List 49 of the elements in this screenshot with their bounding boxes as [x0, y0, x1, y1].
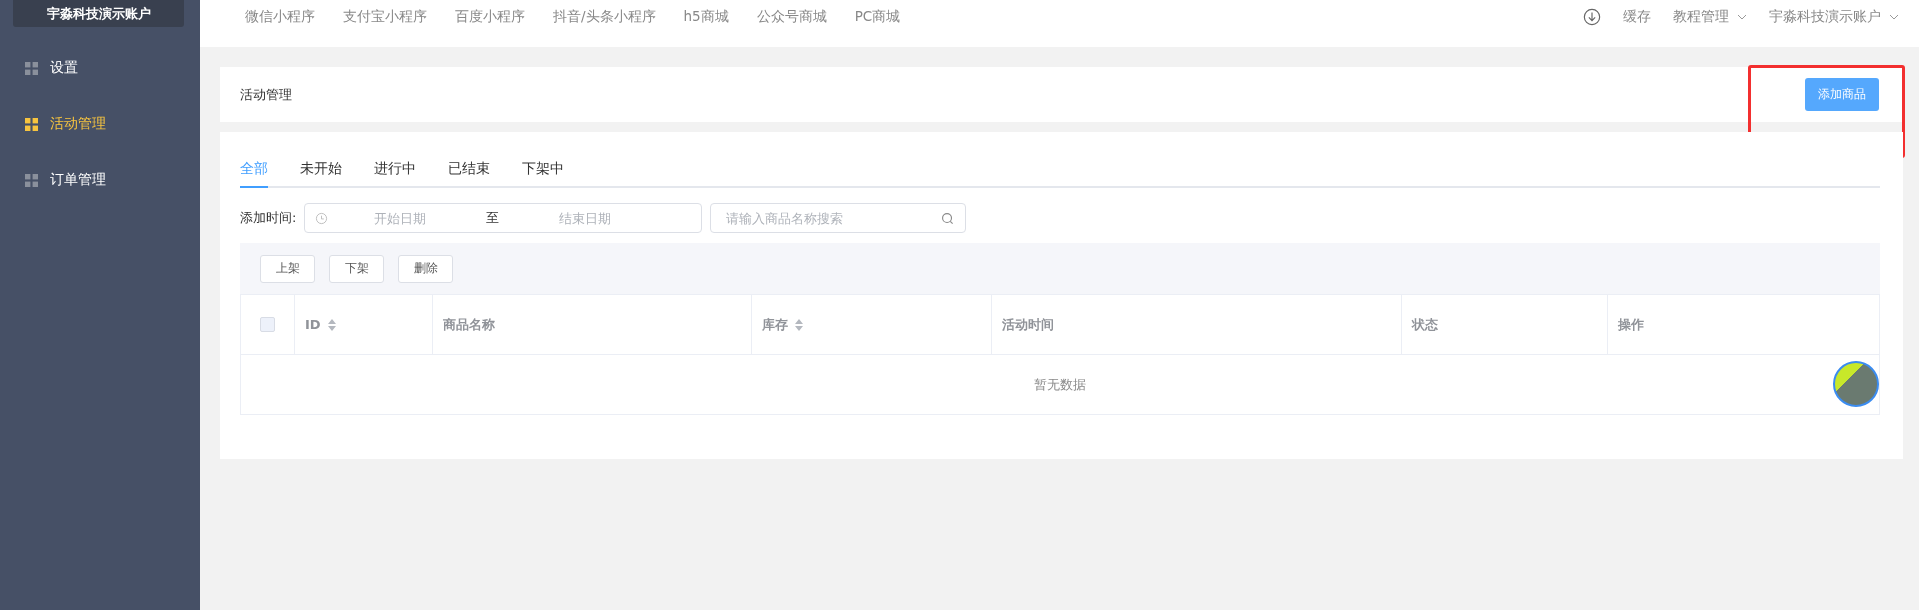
action-button[interactable]: 删除	[398, 254, 453, 283]
download-icon[interactable]	[1583, 8, 1601, 26]
nav-link[interactable]: h5商城	[683, 8, 729, 26]
nav-link[interactable]: 百度小程序	[455, 8, 525, 26]
tab[interactable]: 未开始	[300, 160, 342, 188]
search-icon	[941, 212, 955, 225]
nav-link[interactable]: 支付宝小程序	[343, 8, 427, 26]
search-field[interactable]: 请输入商品名称搜索	[710, 203, 967, 233]
filter-label: 添加时间:	[240, 209, 297, 227]
column-header: 库存	[762, 315, 788, 334]
account-name: 宇淼科技演示账户	[13, 0, 184, 27]
sort-icon[interactable]	[795, 318, 803, 331]
start-date-field[interactable]: 开始日期	[328, 209, 473, 227]
sidebar-item[interactable]: 设置	[0, 40, 200, 96]
tab[interactable]: 已结束	[448, 160, 490, 188]
tab[interactable]: 进行中	[374, 160, 416, 188]
date-range-picker[interactable]: 开始日期 至 结束日期	[304, 203, 703, 233]
nav-link[interactable]: 微信小程序	[245, 8, 315, 26]
nav-link[interactable]: PC商城	[854, 8, 901, 26]
nav-link[interactable]: 抖音/头条小程序	[553, 8, 656, 26]
column-header: 商品名称	[443, 315, 495, 334]
column-header: 状态	[1412, 315, 1438, 334]
avatar-circle[interactable]	[1833, 361, 1879, 407]
clock-icon	[315, 211, 329, 225]
sort-icon[interactable]	[327, 318, 336, 331]
nav-link[interactable]: 公众号商城	[756, 8, 827, 26]
sidebar-item[interactable]: 订单管理	[0, 152, 200, 208]
end-date-field[interactable]: 结束日期	[513, 209, 658, 227]
select-all-checkbox[interactable]	[260, 317, 275, 332]
column-header: 活动时间	[1002, 315, 1054, 334]
grid-icon	[25, 117, 38, 131]
column-header: ID	[305, 317, 321, 332]
grid-icon	[25, 173, 38, 187]
page-title: 活动管理	[240, 85, 292, 104]
grid-icon	[25, 61, 38, 75]
dropdown-menu[interactable]: 宇淼科技演示账户	[1769, 8, 1881, 26]
action-button[interactable]: 上架	[260, 254, 315, 283]
tab[interactable]: 全部	[240, 160, 268, 188]
dropdown-menu[interactable]: 教程管理	[1673, 8, 1729, 26]
sidebar-item[interactable]: 活动管理	[0, 96, 200, 152]
add-product-button[interactable]: 添加商品	[1805, 78, 1879, 111]
action-button[interactable]: 下架	[329, 254, 384, 283]
empty-message: 暂无数据	[1034, 375, 1086, 394]
chevron-down-icon	[1889, 14, 1899, 20]
column-header: 操作	[1618, 315, 1644, 334]
chevron-down-icon	[1737, 14, 1747, 20]
range-separator: 至	[485, 209, 501, 227]
tab[interactable]: 下架中	[522, 160, 564, 188]
cache-link[interactable]: 缓存	[1623, 8, 1651, 26]
